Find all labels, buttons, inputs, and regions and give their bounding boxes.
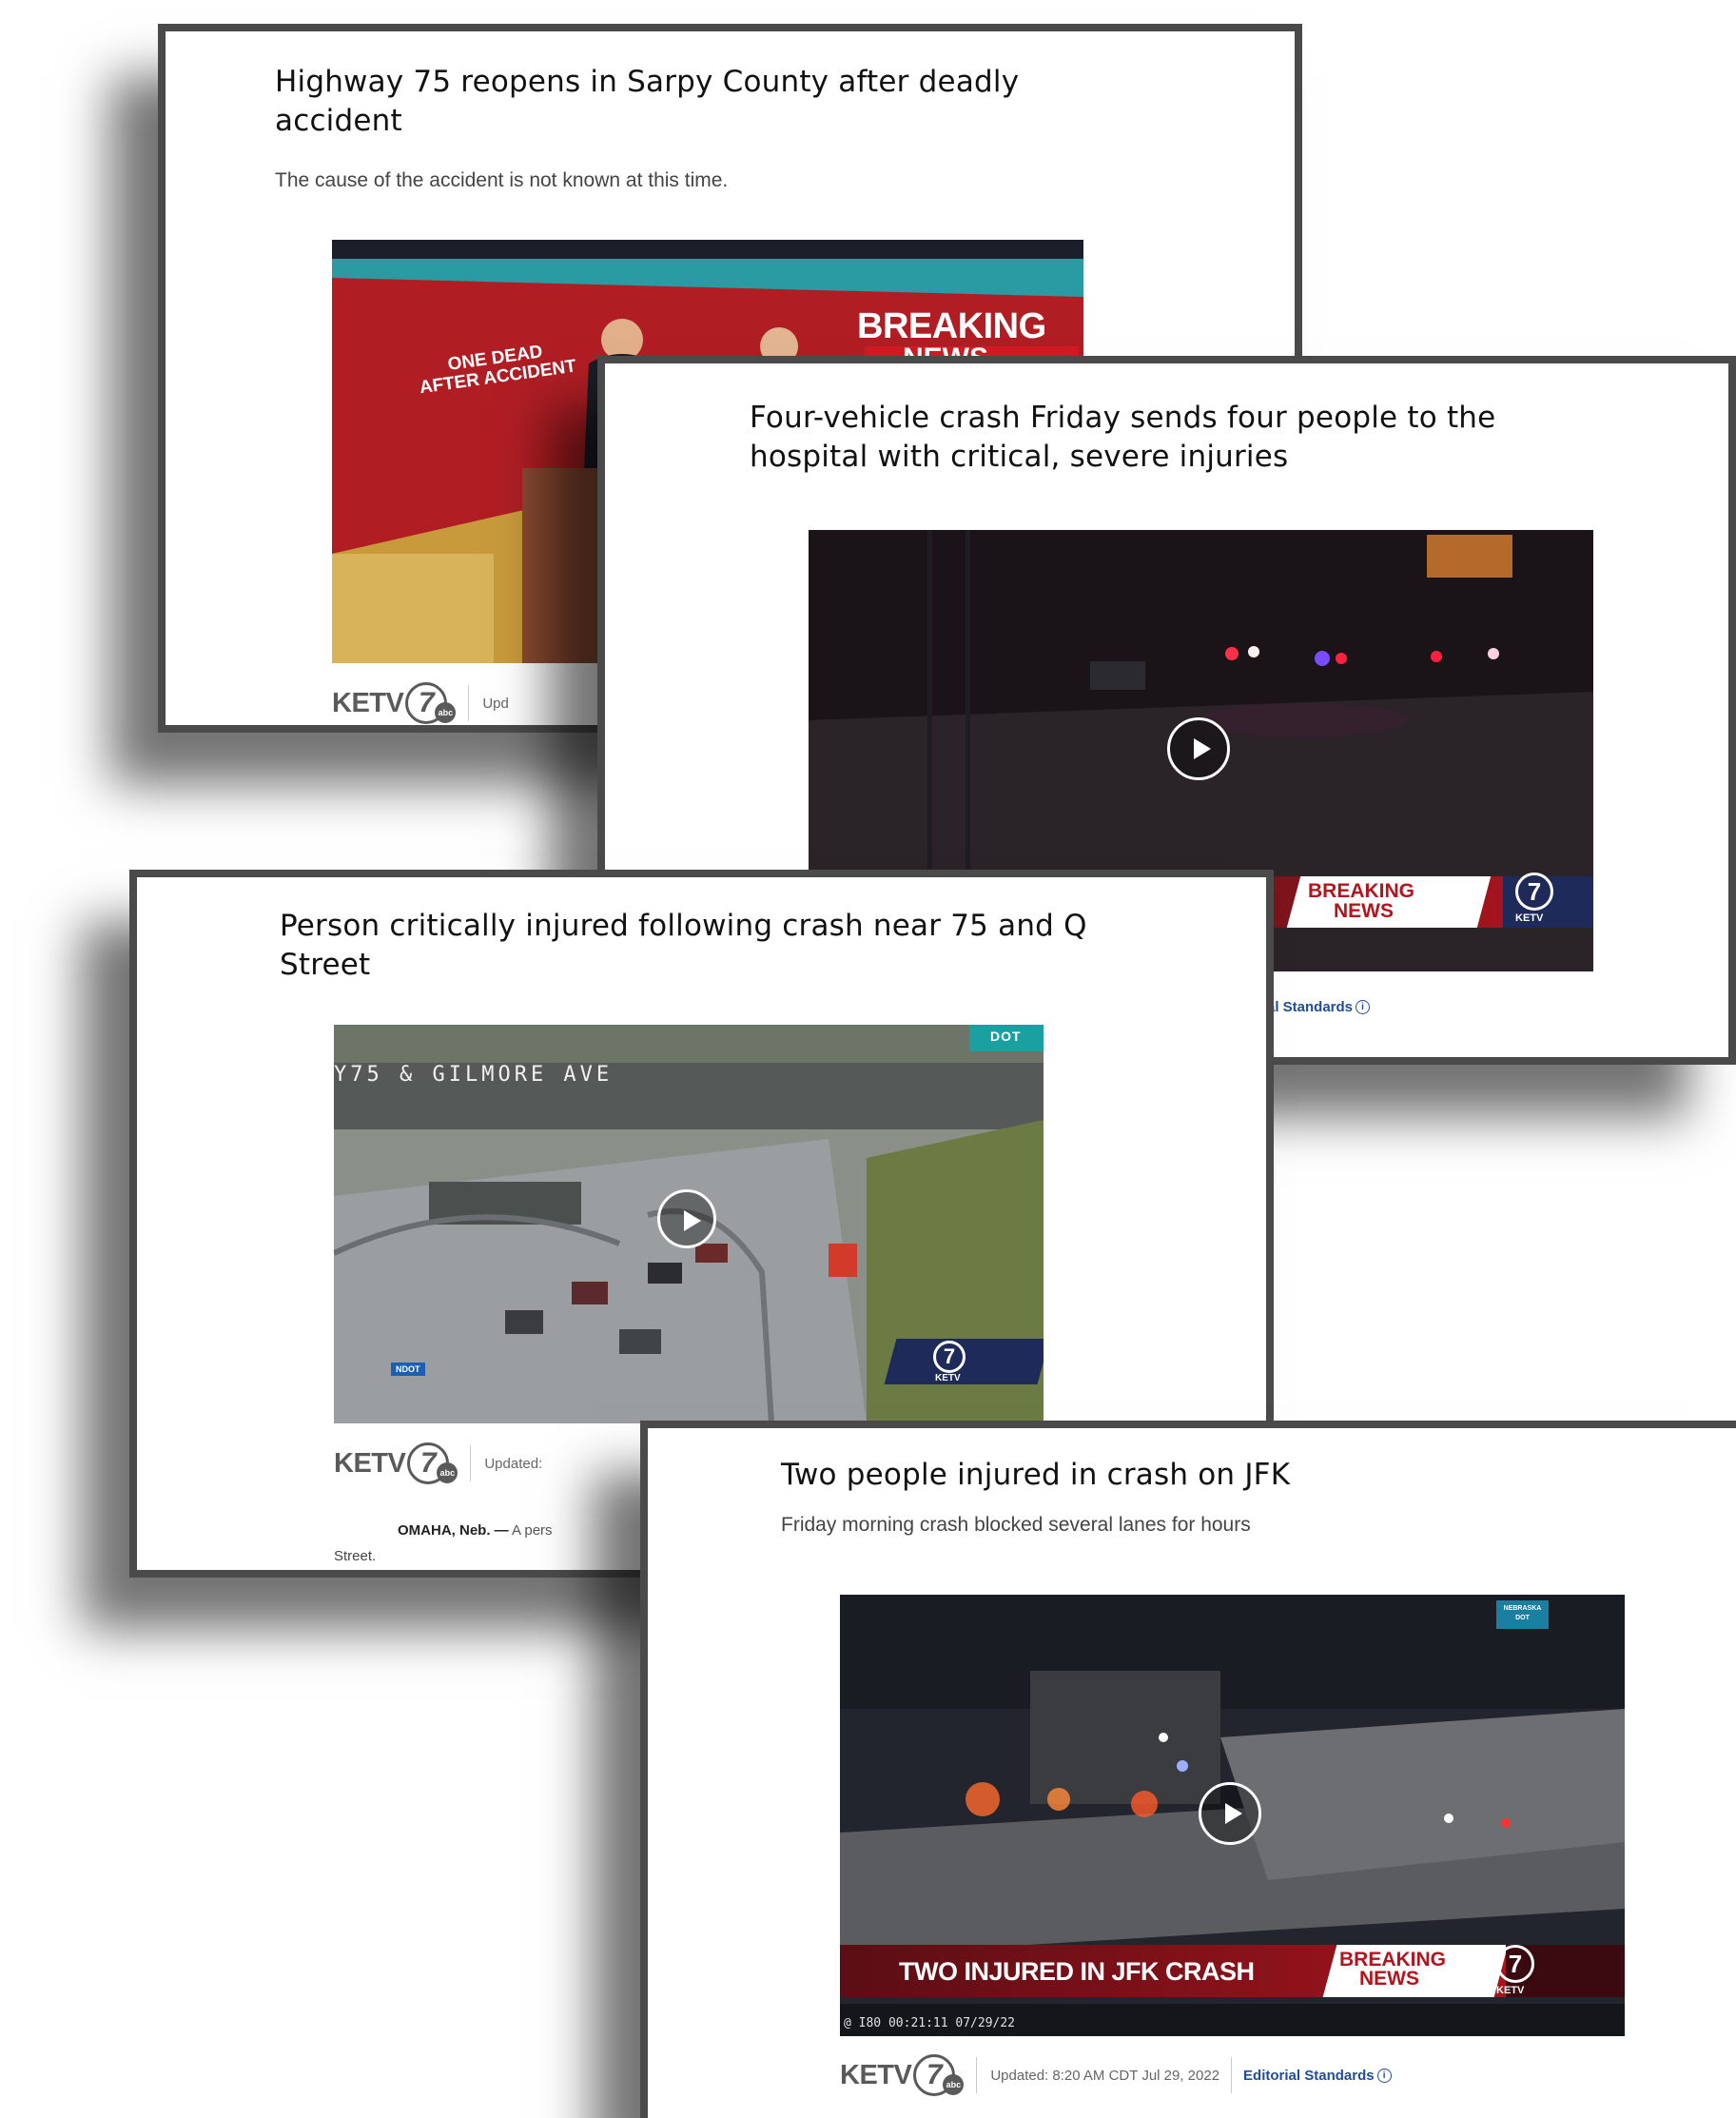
news-label: NEWS	[1359, 1968, 1419, 1990]
station-label: KETV	[935, 1373, 961, 1383]
article-headline[interactable]: Two people injured in crash on JFK	[781, 1456, 1637, 1495]
editorial-standards-label: al Standards	[1267, 999, 1354, 1015]
editorial-standards-label: Editorial Standards	[1243, 2067, 1375, 2084]
news-label: NEWS	[1334, 900, 1394, 922]
timestamp-overlay: @ I80 00:21:11 07/29/22	[844, 2016, 1016, 2030]
abc-icon: abc	[437, 1462, 458, 1483]
ndot-tag: NDOT	[391, 1363, 425, 1376]
channel-7-icon: 7	[1496, 1945, 1534, 1983]
abc-icon: abc	[435, 702, 457, 723]
info-icon: i	[1356, 1000, 1371, 1014]
logo-wordmark: KETV	[334, 1447, 406, 1479]
channel-7-icon: 7	[1515, 873, 1553, 911]
article-video[interactable]: DOT Y75 & GILMORE AVE NDOT 7 KETV	[334, 1025, 1044, 1423]
updated-time: Updated: 8:20 AM CDT Jul 29, 2022	[990, 2067, 1220, 2084]
lede-text: A pers	[512, 1522, 553, 1539]
ketv-logo: KETV 7 abc Updated: 8:20 AM CDT Jul 29, 2…	[840, 2050, 1392, 2100]
article-video[interactable]: NEBRASKA DOT TWO INJURED IN JFK CRASH BR…	[840, 1595, 1625, 2036]
lede-continuation: Street.	[334, 1548, 377, 1564]
divider	[1231, 2057, 1233, 2093]
lower-third-text: TWO INJURED IN JFK CRASH	[899, 1957, 1255, 1986]
channel-7-icon: 7 abc	[913, 2054, 965, 2096]
divider	[470, 1445, 472, 1481]
camera-location-label: Y75 & GILMORE AVE	[334, 1063, 614, 1087]
article-headline[interactable]: Highway 75 reopens in Sarpy County after…	[275, 63, 1055, 141]
article-headline[interactable]: Person critically injured following cras…	[280, 907, 1088, 985]
info-icon: i	[1376, 2068, 1392, 2083]
play-icon[interactable]	[1199, 1782, 1261, 1845]
abc-icon: abc	[943, 2074, 965, 2095]
divider	[468, 685, 470, 721]
play-icon[interactable]	[1167, 717, 1230, 780]
logo-wordmark: KETV	[840, 2059, 912, 2090]
logo-wordmark: KETV	[332, 687, 404, 718]
divider	[976, 2057, 978, 2093]
station-label: KETV	[1515, 912, 1544, 924]
channel-7-icon: 7	[933, 1341, 966, 1373]
dot-tag: DOT	[990, 1029, 1022, 1044]
channel-7-icon: 7 abc	[405, 682, 457, 724]
ketv-logo: KETV 7 abc Upd	[332, 678, 509, 725]
article-card-jfk-crash[interactable]: Two people injured in crash on JFK Frida…	[640, 1421, 1736, 2118]
article-subhead: The cause of the accident is not known a…	[275, 169, 729, 191]
channel-7-icon: 7 abc	[407, 1442, 458, 1484]
editorial-standards-link[interactable]: Editorial Standards i	[1243, 2068, 1392, 2084]
article-subhead: Friday morning crash blocked several lan…	[781, 1514, 1251, 1536]
play-icon[interactable]	[657, 1189, 716, 1248]
updated-time: Updated:	[484, 1455, 543, 1472]
updated-time: Upd	[482, 695, 509, 712]
station-label: KETV	[1496, 1985, 1525, 1996]
article-lede: OMAHA, Neb. — A pers	[398, 1522, 553, 1539]
breaking-label: BREAKING	[857, 306, 1046, 346]
article-headline[interactable]: Four-vehicle crash Friday sends four peo…	[750, 399, 1606, 477]
dateline: OMAHA, Neb. —	[398, 1522, 509, 1539]
dot-tag: NEBRASKA DOT	[1496, 1600, 1549, 1629]
editorial-standards-link[interactable]: al Standards i	[1267, 999, 1371, 1015]
ketv-logo: KETV 7 abc Updated:	[334, 1439, 542, 1488]
